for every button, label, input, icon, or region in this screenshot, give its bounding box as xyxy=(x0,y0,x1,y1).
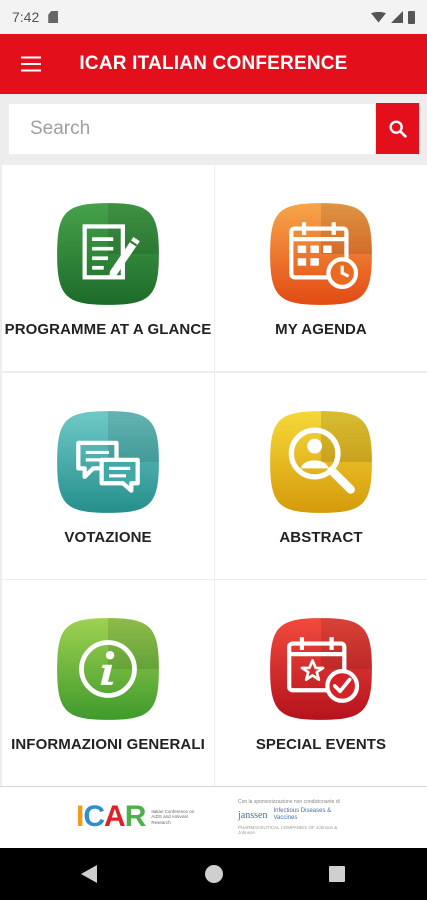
battery-icon xyxy=(408,10,415,24)
status-bar: 7:42 xyxy=(0,0,427,34)
tile-label: MY AGENDA xyxy=(275,321,367,338)
sponsor-bottom-text: PHARMACEUTICAL COMPANIES OF Johnson & Jo… xyxy=(238,825,338,835)
sponsor-division: Infectious Diseases & Vaccines xyxy=(273,808,332,821)
janssen-logo: Con la sponsorizzazione non condizionant… xyxy=(238,799,350,835)
tile-abstract[interactable]: ABSTRACT xyxy=(215,373,427,579)
search-button[interactable] xyxy=(376,103,419,154)
icar-letter: R xyxy=(124,800,147,833)
footer: ICAR Italian Conference on AIDS and Anti… xyxy=(0,786,427,848)
sponsor-row: janssen Infectious Diseases & Vaccines xyxy=(238,808,350,822)
document-pencil-icon xyxy=(57,203,159,305)
search-row xyxy=(0,94,427,162)
icar-mark: ICAR xyxy=(76,800,147,833)
menu-grid: PROGRAMME AT A GLANCE MY AGENDA VOTAZION… xyxy=(0,162,427,786)
app-bar: ICAR ITALIAN CONFERENCE xyxy=(0,34,427,94)
recents-icon[interactable] xyxy=(329,866,345,882)
user-magnifier-icon xyxy=(270,411,372,513)
tile-label: PROGRAMME AT A GLANCE xyxy=(4,321,212,338)
calendar-star-icon xyxy=(270,618,372,720)
tile-votazione[interactable]: VOTAZIONE xyxy=(2,373,214,579)
chat-bubbles-icon xyxy=(57,411,159,513)
search-icon xyxy=(388,119,407,138)
screen: 7:42 ICAR ITALIAN CONFERENCE Search PROG… xyxy=(0,0,427,900)
app-title: ICAR ITALIAN CONFERENCE xyxy=(79,53,348,74)
icar-letter: C xyxy=(83,800,105,833)
tile-label: VOTAZIONE xyxy=(64,529,152,546)
tile-my-agenda[interactable]: MY AGENDA xyxy=(215,165,427,371)
search-input[interactable] xyxy=(9,104,375,154)
icar-logo: ICAR Italian Conference on AIDS and Anti… xyxy=(76,801,195,833)
icar-letter: A xyxy=(104,800,126,833)
icar-subtitle: Italian Conference on AIDS and Antiviral… xyxy=(151,808,195,825)
sponsor-name: janssen xyxy=(238,809,268,821)
wifi-icon xyxy=(371,11,386,23)
status-icons xyxy=(371,10,415,24)
status-time: 7:42 xyxy=(12,9,40,25)
tile-label: ABSTRACT xyxy=(279,529,363,546)
hamburger-menu-icon[interactable] xyxy=(0,34,62,94)
info-icon xyxy=(57,618,159,720)
tile-label: SPECIAL EVENTS xyxy=(255,736,387,753)
calendar-clock-icon xyxy=(270,203,372,305)
tile-label: INFORMAZIONI GENERALI xyxy=(11,736,205,753)
signal-icon xyxy=(391,11,403,23)
sd-card-icon xyxy=(48,11,59,23)
tile-informazioni-generali[interactable]: INFORMAZIONI GENERALI xyxy=(2,580,214,786)
back-icon[interactable] xyxy=(81,865,97,883)
home-icon[interactable] xyxy=(205,865,223,883)
system-nav-bar xyxy=(0,848,427,900)
tile-special-events[interactable]: SPECIAL EVENTS xyxy=(215,580,427,786)
tile-programme-at-a-glance[interactable]: PROGRAMME AT A GLANCE xyxy=(2,165,214,371)
sponsor-top-text: Con la sponsorizzazione non condizionant… xyxy=(238,799,340,805)
